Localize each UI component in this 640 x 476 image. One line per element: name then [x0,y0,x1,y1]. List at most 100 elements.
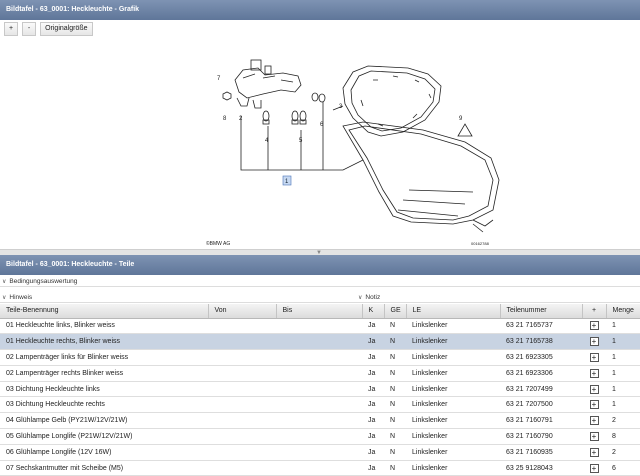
cell-name: 01 Heckleuchte links, Blinker weiss [0,318,208,335]
cell-le: Linkslenker [406,396,500,414]
add-to-cart-icon[interactable]: + [589,431,599,441]
cell-le: Linkslenker [406,318,500,335]
cell-k: Ja [362,381,384,398]
cell-ge: N [384,333,406,351]
table-row[interactable]: 03 Dichtung Heckleuchte rechts Ja N Linksle… [0,396,640,414]
table-row[interactable]: 07 Sechskantmutter mit Scheibe (M5) Ja N Li… [0,460,640,476]
cell-add: + [582,333,606,351]
cell-name: 02 Lampenträger rechts Blinker weiss [0,365,208,382]
cell-to [276,318,362,335]
cell-le: Linkslenker [406,365,500,382]
cell-quantity: 2 [606,444,640,461]
add-to-cart-icon[interactable]: + [589,463,599,473]
table-row[interactable]: 06 Glühlampe Longlife (12V 16W) Ja N Linksl… [0,444,640,461]
parts-table-body: 01 Heckleuchte links, Blinker weiss Ja N Li… [0,318,640,476]
add-to-cart-icon[interactable]: + [589,384,599,394]
column-header-quantity[interactable]: Menge [606,304,640,319]
callout-7: 7 [217,76,221,82]
cell-k: Ja [362,396,384,414]
cell-from [208,365,276,382]
chevron-down-icon: ∨ [358,294,363,301]
conditions-label: Bedingungsauswertung [9,277,78,285]
column-header-part-number[interactable]: Teilenummer [500,304,583,319]
table-row[interactable]: 02 Lampenträger rechts Blinker weiss Ja N L… [0,365,640,382]
zoom-out-button[interactable]: - [22,22,37,36]
column-header-add[interactable]: + [582,304,607,319]
cell-ge: N [384,318,406,335]
cell-part-number: 63 21 7160790 [500,428,582,445]
table-row[interactable]: 04 Glühlampe Gelb (PY21W/12V/21W) Ja N Link… [0,412,640,430]
cell-from [208,349,276,366]
column-header-ge[interactable]: GE [384,304,407,319]
table-row[interactable]: 03 Dichtung Heckleuchte links Ja N Linkslen… [0,381,640,398]
cell-le: Linkslenker [406,412,500,430]
cell-ge: N [384,381,406,398]
cell-quantity: 6 [606,460,640,476]
cell-quantity: 1 [606,318,640,335]
add-to-cart-icon[interactable]: + [589,321,599,331]
column-header-k[interactable]: K [362,304,385,319]
note-toggle[interactable]: ∨ Notiz [358,292,380,302]
column-header-name[interactable]: Teile-Benennung [0,304,209,319]
hint-label: Hinweis [9,293,33,301]
cell-ge: N [384,444,406,461]
cell-to [276,428,362,445]
cell-from [208,333,276,351]
column-header-from[interactable]: Von [208,304,277,319]
conditions-toggle[interactable]: ∨ Bedingungsauswertung [2,276,77,286]
chevron-down-icon: ∨ [2,294,7,301]
exploded-view-illustration: 7 8 2 4 5 6 3 9 1 ©BMW AG 00162788 [206,59,500,247]
cell-part-number: 63 21 6923305 [500,349,582,366]
cell-k: Ja [362,412,384,430]
add-to-cart-icon[interactable]: + [589,400,599,410]
cell-ge: N [384,396,406,414]
divider [0,286,640,287]
column-header-le[interactable]: LE [406,304,501,319]
cell-ge: N [384,412,406,430]
graphic-area: 7 8 2 4 5 6 3 9 1 ©BMW AG 00162788 [0,38,640,250]
add-to-cart-icon[interactable]: + [589,368,599,378]
cell-from [208,396,276,414]
table-row[interactable]: 01 Heckleuchte rechts, Blinker weiss Ja N L… [0,333,640,351]
cell-from [208,460,276,476]
cell-quantity: 1 [606,333,640,351]
cell-from [208,428,276,445]
cell-part-number: 63 21 7160935 [500,444,582,461]
table-row[interactable]: 01 Heckleuchte links, Blinker weiss Ja N Li… [0,318,640,335]
add-to-cart-icon[interactable]: + [589,337,599,347]
cell-add: + [582,444,606,461]
cell-name: 04 Glühlampe Gelb (PY21W/12V/21W) [0,412,208,430]
parts-diagram[interactable]: 7 8 2 4 5 6 3 9 1 ©BMW AG 00162788 [203,40,509,248]
cell-name: 03 Dichtung Heckleuchte links [0,381,208,398]
add-to-cart-icon[interactable]: + [589,416,599,426]
add-to-cart-icon[interactable]: + [589,447,599,457]
callout-5: 5 [299,138,303,144]
table-row[interactable]: 05 Glühlampe Longlife (P21W/12V/21W) Ja N L… [0,428,640,445]
parts-table: Teile-Benennung Von Bis K GE LE Teilenum… [0,304,640,476]
cell-le: Linkslenker [406,333,500,351]
table-row[interactable]: 02 Lampenträger links für Blinker weiss J… [0,349,640,366]
hint-toggle[interactable]: ∨ Hinweis [2,292,32,302]
zoom-in-button[interactable]: + [4,22,19,36]
cell-add: + [582,318,606,335]
cell-le: Linkslenker [406,428,500,445]
cell-add: + [582,460,606,476]
divider [0,302,640,303]
cell-add: + [582,349,606,366]
cell-part-number: 63 21 7165738 [500,333,582,351]
cell-quantity: 1 [606,381,640,398]
cell-part-number: 63 21 7160791 [500,412,582,430]
cell-part-number: 63 21 7165737 [500,318,582,335]
cell-quantity: 1 [606,365,640,382]
cell-add: + [582,412,606,430]
cell-ge: N [384,460,406,476]
cell-name: 05 Glühlampe Longlife (P21W/12V/21W) [0,428,208,445]
add-to-cart-icon[interactable]: + [589,352,599,362]
column-header-to[interactable]: Bis [276,304,363,319]
cell-k: Ja [362,333,384,351]
cell-le: Linkslenker [406,444,500,461]
cell-to [276,412,362,430]
cell-le: Linkslenker [406,460,500,476]
original-size-button[interactable]: Originalgröße [40,22,93,36]
cell-name: 07 Sechskantmutter mit Scheibe (M5) [0,460,208,476]
